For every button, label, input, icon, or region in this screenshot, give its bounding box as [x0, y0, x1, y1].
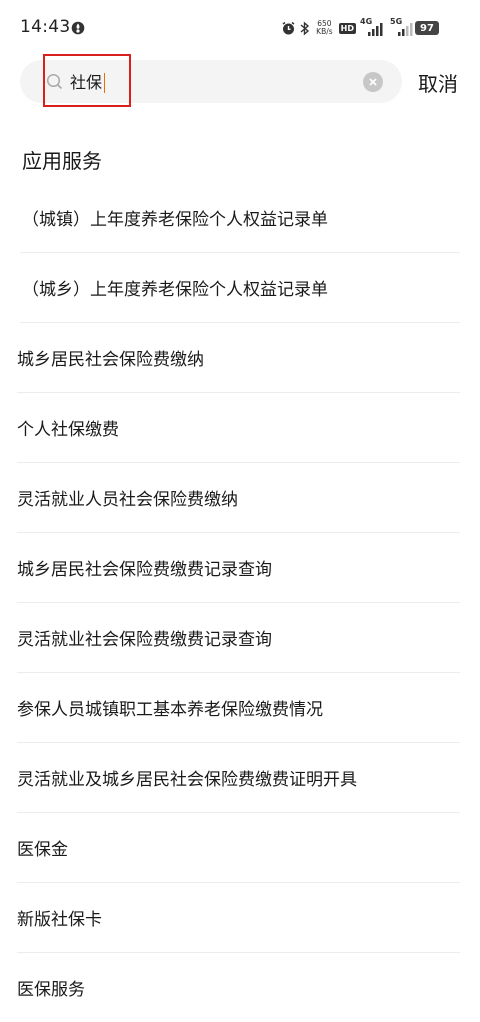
battery-indicator: 97 [415, 21, 441, 36]
sim2-signal: 5G [390, 17, 416, 37]
list-item-label: 城乡居民社会保险费缴费记录查询 [17, 560, 272, 580]
text-cursor [104, 73, 105, 93]
result-list: （城镇）上年度养老保险个人权益记录单 （城乡）上年度养老保险个人权益记录单 城乡… [0, 183, 480, 1022]
list-item[interactable]: 灵活就业人员社会保险费缴纳 [17, 463, 460, 533]
cancel-button[interactable]: 取消 [418, 68, 458, 97]
search-input[interactable] [70, 68, 360, 94]
list-item[interactable]: （城镇）上年度养老保险个人权益记录单 [20, 183, 460, 253]
list-item[interactable]: 医保金 [17, 813, 460, 883]
list-item[interactable]: 城乡居民社会保险费缴纳 [17, 323, 460, 393]
battery-level: 97 [415, 21, 439, 35]
alarm-icon [282, 21, 295, 34]
section-title: 应用服务 [22, 149, 102, 173]
search-icon [46, 73, 63, 90]
net-speed-unit: KB/s [316, 27, 333, 36]
sim1-signal: 4G [360, 17, 386, 37]
close-icon [369, 78, 377, 86]
list-item-label: 灵活就业社会保险费缴费记录查询 [17, 630, 272, 650]
list-item-label: （城乡）上年度养老保险个人权益记录单 [22, 280, 328, 300]
list-item-label: 医保金 [17, 840, 68, 860]
list-item[interactable]: （城乡）上年度养老保险个人权益记录单 [20, 253, 460, 323]
list-item[interactable]: 城乡居民社会保险费缴费记录查询 [17, 533, 460, 603]
list-item[interactable]: 医保服务 [17, 953, 460, 1022]
hd-badge: HD [338, 22, 356, 34]
signal-icon [398, 23, 413, 36]
clear-search-button[interactable] [363, 72, 383, 92]
list-item-label: （城镇）上年度养老保险个人权益记录单 [22, 210, 328, 230]
search-bar [20, 60, 402, 103]
app-notification-icon [71, 21, 85, 35]
network-speed: 650 KB/s [316, 20, 333, 36]
status-icons: 650 KB/s HD 4G 5G [281, 16, 416, 40]
list-item[interactable]: 灵活就业社会保险费缴费记录查询 [17, 603, 460, 673]
status-time: 14:43 [20, 17, 71, 37]
status-bar: 14:43 650 KB/s HD 4G 5G 97 [0, 0, 480, 56]
list-item[interactable]: 灵活就业及城乡居民社会保险费缴费证明开具 [17, 743, 460, 813]
list-item-label: 灵活就业及城乡居民社会保险费缴费证明开具 [17, 770, 357, 790]
list-item[interactable]: 参保人员城镇职工基本养老保险缴费情况 [17, 673, 460, 743]
list-item-label: 新版社保卡 [17, 910, 102, 930]
list-item-label: 医保服务 [17, 980, 85, 1000]
list-item-label: 灵活就业人员社会保险费缴纳 [17, 490, 238, 510]
list-item[interactable]: 个人社保缴费 [17, 393, 460, 463]
list-item[interactable]: 新版社保卡 [17, 883, 460, 953]
list-item-label: 城乡居民社会保险费缴纳 [17, 350, 204, 370]
list-item-label: 个人社保缴费 [17, 420, 119, 440]
list-item-label: 参保人员城镇职工基本养老保险缴费情况 [17, 700, 323, 720]
bluetooth-icon [300, 20, 310, 36]
signal-icon [368, 23, 383, 36]
